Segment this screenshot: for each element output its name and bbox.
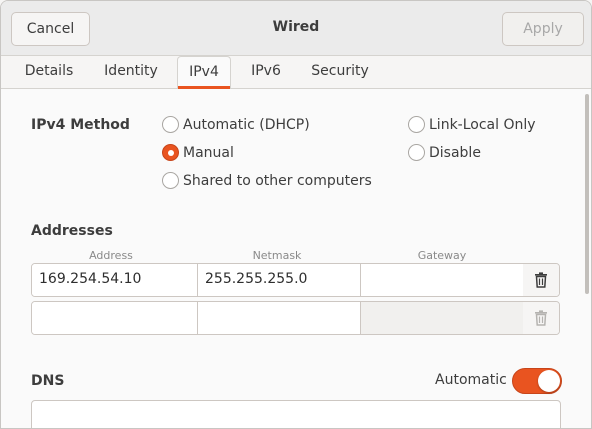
delete-address-button-disabled[interactable]: [523, 302, 559, 334]
column-header-gateway: Gateway: [417, 249, 467, 262]
dns-input[interactable]: [31, 400, 561, 428]
radio-link-local-only[interactable]: Link-Local Only: [408, 116, 536, 133]
ipv4-method-label: IPv4 Method: [31, 117, 130, 133]
address-row-empty: [31, 301, 560, 335]
tab-security[interactable]: Security: [303, 56, 377, 89]
tab-bar: Details Identity IPv4 IPv6 Security: [1, 56, 591, 89]
tab-identity[interactable]: Identity: [93, 56, 169, 89]
netmask-input[interactable]: 255.255.255.0: [198, 264, 361, 296]
radio-automatic-dhcp[interactable]: Automatic (DHCP): [162, 116, 310, 133]
tab-ipv6[interactable]: IPv6: [241, 56, 291, 89]
radio-shared-to-other-computers[interactable]: Shared to other computers: [162, 172, 372, 189]
dns-automatic-label: Automatic: [435, 372, 507, 388]
address-input[interactable]: [32, 302, 198, 334]
radio-indicator-checked: [162, 144, 179, 161]
active-tab-indicator: [178, 86, 230, 89]
radio-label: Link-Local Only: [429, 116, 536, 133]
trash-icon: [535, 272, 547, 288]
gateway-input[interactable]: [361, 264, 525, 296]
vertical-scrollbar[interactable]: [585, 94, 589, 294]
radio-indicator: [408, 144, 425, 161]
radio-label: Automatic (DHCP): [183, 116, 310, 133]
dns-label: DNS: [31, 373, 65, 389]
gateway-input[interactable]: [361, 302, 525, 334]
tab-label: Details: [24, 63, 74, 79]
radio-indicator: [408, 116, 425, 133]
dns-automatic-toggle[interactable]: [512, 368, 562, 394]
radio-disable[interactable]: Disable: [408, 144, 481, 161]
address-input[interactable]: 169.254.54.10: [32, 264, 198, 296]
toggle-knob: [538, 370, 560, 392]
tab-label: Identity: [104, 63, 158, 79]
header-bar: Cancel Wired Apply: [1, 1, 591, 56]
radio-indicator: [162, 116, 179, 133]
tab-ipv4[interactable]: IPv4: [177, 56, 231, 89]
address-row: 169.254.54.10 255.255.255.0: [31, 263, 560, 297]
radio-manual[interactable]: Manual: [162, 144, 234, 161]
radio-label: Manual: [183, 144, 234, 161]
delete-address-button[interactable]: [523, 264, 559, 296]
apply-button[interactable]: Apply: [502, 12, 584, 46]
tab-label: IPv6: [251, 63, 281, 79]
wired-settings-dialog: Cancel Wired Apply Details Identity IPv4…: [0, 0, 592, 429]
trash-icon: [535, 310, 547, 326]
tab-label: Security: [311, 63, 369, 79]
radio-label: Disable: [429, 144, 481, 161]
addresses-label: Addresses: [31, 223, 113, 239]
tab-details[interactable]: Details: [13, 56, 85, 89]
ipv4-settings-panel: IPv4 Method Automatic (DHCP) Link-Local …: [1, 90, 591, 428]
radio-indicator: [162, 172, 179, 189]
column-header-address: Address: [89, 249, 133, 262]
radio-label: Shared to other computers: [183, 172, 372, 189]
netmask-input[interactable]: [198, 302, 361, 334]
column-header-netmask: Netmask: [252, 249, 302, 262]
tab-label: IPv4: [189, 64, 219, 80]
